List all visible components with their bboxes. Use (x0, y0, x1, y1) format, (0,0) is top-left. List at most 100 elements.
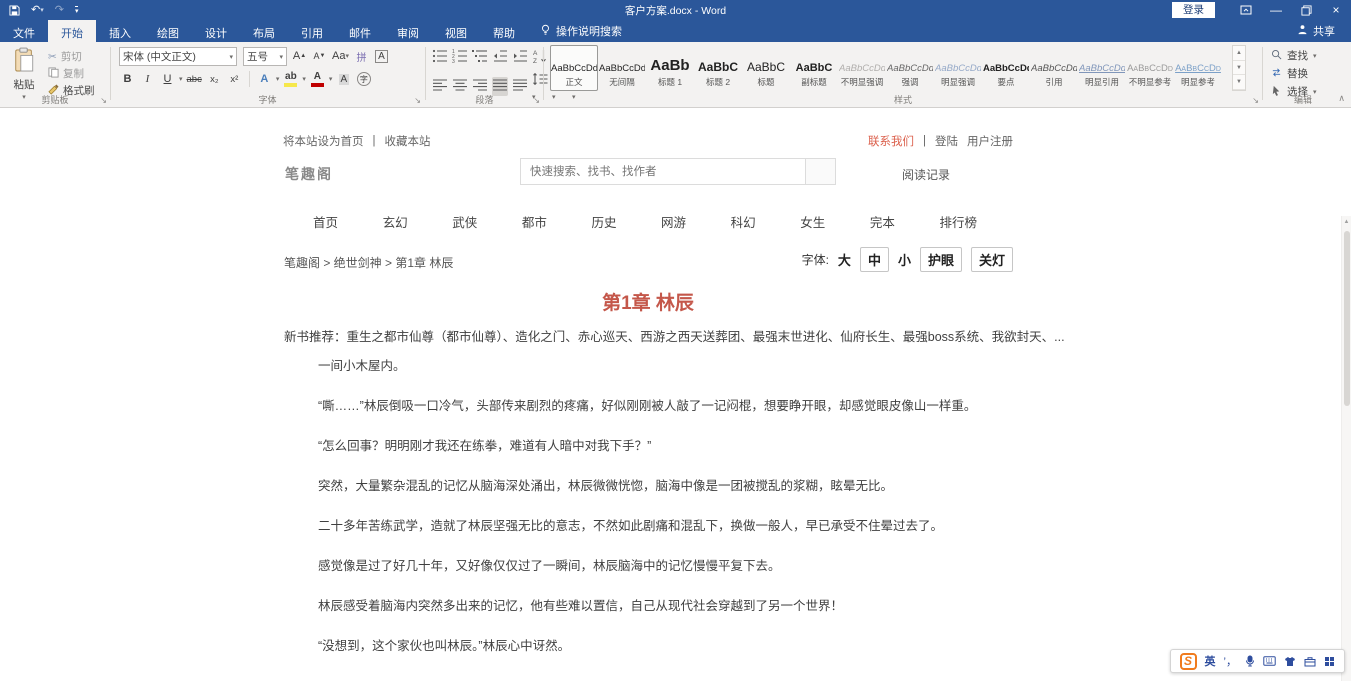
save-icon[interactable] (9, 5, 20, 16)
tell-me-box[interactable]: 操作说明搜索 (528, 20, 634, 42)
underline-dropdown-arrow[interactable]: ▾ (179, 75, 183, 83)
ribbon-tab-审阅[interactable]: 审阅 (384, 20, 432, 42)
superscript-button[interactable]: x² (226, 70, 243, 88)
nav-item-科幻[interactable]: 科幻 (731, 212, 756, 231)
styles-scroll-up-icon[interactable]: ▲ (1233, 46, 1245, 61)
highlight-dropdown-arrow[interactable]: ▾ (302, 75, 306, 83)
reading-record-link[interactable]: 阅读记录 (902, 166, 950, 183)
scroll-up-arrow-icon[interactable]: ▲ (1342, 216, 1351, 225)
style-引用[interactable]: AaBbCcDd引用 (1030, 45, 1078, 91)
style-不明显强调[interactable]: AaBbCcDd不明显强调 (838, 45, 886, 91)
mic-icon[interactable] (1245, 655, 1255, 667)
underline-button[interactable]: U (159, 70, 176, 88)
shrink-font-button[interactable]: A▼ (311, 47, 328, 65)
style-明显引用[interactable]: AaBbCcDd明显引用 (1078, 45, 1126, 91)
style-要点[interactable]: AaBbCcDd要点 (982, 45, 1030, 91)
font-color-dropdown-arrow[interactable]: ▾ (329, 75, 333, 83)
styles-more-icon[interactable]: ▼ (1233, 75, 1245, 90)
character-border-button[interactable]: A (373, 47, 390, 65)
styles-scroll-down-icon[interactable]: ▼ (1233, 61, 1245, 76)
search-input[interactable] (521, 159, 805, 184)
style-强调[interactable]: AaBbCcDd强调 (886, 45, 934, 91)
grid-icon[interactable] (1324, 656, 1335, 667)
phonetic-guide-icon[interactable]: 拼 (353, 47, 370, 65)
character-shading-button[interactable]: A (335, 70, 352, 88)
decrease-indent-icon[interactable] (492, 48, 508, 67)
undo-icon[interactable]: ↶▾ (31, 5, 44, 16)
ime-punctuation-toggle[interactable]: ’， (1224, 653, 1237, 669)
customize-qat-icon[interactable]: ▾ (75, 6, 79, 15)
font-size-combobox[interactable]: 五号▾ (243, 47, 287, 66)
font-option-中[interactable]: 中 (860, 247, 889, 272)
italic-button[interactable]: I (139, 70, 156, 88)
multilevel-list-icon[interactable] (472, 48, 488, 67)
ribbon-tab-引用[interactable]: 引用 (288, 20, 336, 42)
subscript-button[interactable]: x₂ (206, 70, 223, 88)
sogou-logo-icon[interactable]: S (1180, 653, 1197, 670)
font-dialog-launcher[interactable]: ↘ (414, 97, 421, 105)
nav-item-女生[interactable]: 女生 (800, 212, 825, 231)
ime-language-toggle[interactable]: 英 (1205, 653, 1216, 669)
nav-item-网游[interactable]: 网游 (661, 212, 686, 231)
font-name-combobox[interactable]: 宋体 (中文正文)▾ (119, 47, 237, 66)
ribbon-tab-绘图[interactable]: 绘图 (144, 20, 192, 42)
nav-item-玄幻[interactable]: 玄幻 (383, 212, 408, 231)
style-标题 1[interactable]: AaBb标题 1 (646, 45, 694, 91)
text-highlight-button[interactable]: ab (282, 70, 299, 88)
site-logo[interactable]: 笔趣阁 (285, 164, 333, 184)
enclose-characters-button[interactable]: 字 (355, 70, 372, 88)
collapse-ribbon-icon[interactable]: ∧ (1338, 93, 1345, 104)
style-标题 2[interactable]: AaBbC标题 2 (694, 45, 742, 91)
style-无间隔[interactable]: AaBbCcDd无间隔 (598, 45, 646, 91)
ribbon-display-options-icon[interactable] (1231, 0, 1261, 20)
style-明显参考[interactable]: AaBbCcDd明显参考 (1174, 45, 1222, 91)
bold-button[interactable]: B (119, 70, 136, 88)
soft-keyboard-icon[interactable] (1263, 656, 1276, 666)
style-副标题[interactable]: AaBbC副标题 (790, 45, 838, 91)
ribbon-tab-文件[interactable]: 文件 (0, 20, 48, 42)
font-option-护眼[interactable]: 护眼 (920, 247, 962, 272)
ribbon-tab-视图[interactable]: 视图 (432, 20, 480, 42)
nav-item-历史[interactable]: 历史 (591, 212, 616, 231)
login-link[interactable]: 登陆 (935, 133, 958, 149)
increase-indent-icon[interactable] (512, 48, 528, 67)
ribbon-tab-开始[interactable]: 开始 (48, 20, 96, 42)
ribbon-tab-邮件[interactable]: 邮件 (336, 20, 384, 42)
search-button[interactable] (805, 159, 835, 184)
style-正文[interactable]: AaBbCcDd正文 (550, 45, 598, 91)
grow-font-button[interactable]: A▲ (291, 47, 308, 65)
toolbox-icon[interactable] (1304, 656, 1316, 667)
text-effects-button[interactable]: A (256, 70, 273, 88)
ribbon-tab-插入[interactable]: 插入 (96, 20, 144, 42)
nav-item-首页[interactable]: 首页 (313, 212, 338, 231)
bullets-icon[interactable] (432, 48, 448, 67)
set-home-link[interactable]: 将本站设为首页 (283, 133, 364, 149)
skin-icon[interactable] (1284, 656, 1296, 667)
share-button[interactable]: 共享 (1281, 20, 1351, 42)
style-标题[interactable]: AaBbC标题 (742, 45, 790, 91)
style-不明显参考[interactable]: AaBbCcDd不明显参考 (1126, 45, 1174, 91)
paragraph-dialog-launcher[interactable]: ↘ (533, 97, 540, 105)
find-button[interactable]: 查找▾ (1271, 48, 1317, 63)
style-明显强调[interactable]: AaBbCcDd明显强调 (934, 45, 982, 91)
clipboard-dialog-launcher[interactable]: ↘ (100, 97, 107, 105)
sign-in-button[interactable]: 登录 (1172, 2, 1215, 19)
nav-item-排行榜[interactable]: 排行榜 (939, 212, 977, 231)
document-area[interactable]: 将本站设为首页 | 收藏本站 联系我们 | 登陆 用户注册 笔趣阁 阅读记录 首… (0, 108, 1351, 681)
numbering-icon[interactable]: 123 (452, 48, 468, 67)
scrollbar-thumb[interactable] (1344, 231, 1350, 406)
ribbon-tab-设计[interactable]: 设计 (192, 20, 240, 42)
close-button[interactable]: × (1321, 0, 1351, 20)
font-option-关灯[interactable]: 关灯 (971, 247, 1013, 272)
nav-item-完本[interactable]: 完本 (870, 212, 895, 231)
replace-button[interactable]: 替换 (1271, 66, 1308, 81)
strikethrough-button[interactable]: abc (186, 70, 203, 88)
vertical-scrollbar[interactable]: ▲ (1341, 216, 1351, 681)
ribbon-tab-帮助[interactable]: 帮助 (480, 20, 528, 42)
restore-button[interactable] (1291, 0, 1321, 20)
font-option-大[interactable]: 大 (838, 250, 851, 269)
ribbon-tab-布局[interactable]: 布局 (240, 20, 288, 42)
styles-dialog-launcher[interactable]: ↘ (1252, 97, 1259, 105)
nav-item-武侠[interactable]: 武侠 (452, 212, 477, 231)
contact-us-link[interactable]: 联系我们 (868, 133, 914, 149)
